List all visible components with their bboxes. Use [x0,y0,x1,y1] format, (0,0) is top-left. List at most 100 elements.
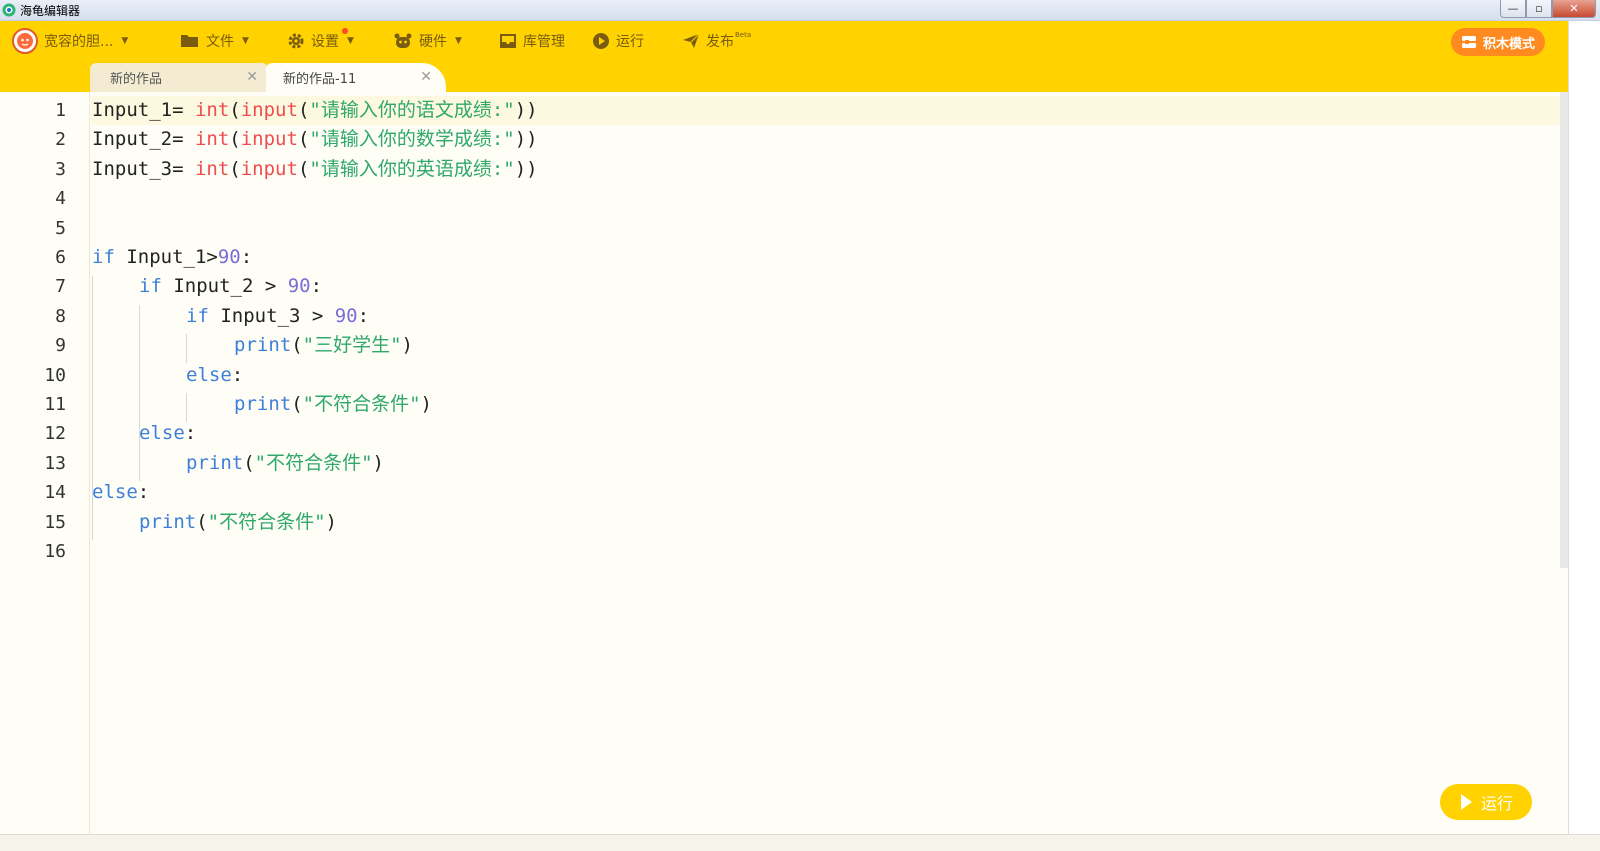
run-button[interactable]: 运行 [1440,784,1532,820]
code-token: ) [372,451,384,474]
code-editor[interactable]: 1 2 3 4 5 6 7 8 9 10 11 12 13 14 15 16 I… [0,92,1568,834]
code-token: else [139,422,185,445]
code-token: input [240,157,298,180]
code-token: "不符合条件" [207,510,326,533]
line-number: 4 [55,188,66,210]
code-token: "请输入你的语文成绩:" [309,99,515,121]
window-title: 海龟编辑器 [20,4,81,18]
line-number-gutter: 1 2 3 4 5 6 7 8 9 10 11 12 13 14 15 16 [0,92,90,834]
code-token: )) [514,157,538,180]
line-number: 16 [44,541,66,562]
code-token: else [92,481,138,504]
code-token: int [194,99,230,121]
code-token: ( [229,99,241,121]
indent-guide [139,452,140,481]
restore-button[interactable]: ▫ [1526,0,1552,18]
code-token: "请输入你的数学成绩:" [309,128,515,151]
code-token: if [139,275,162,298]
file-menu-label: 文件 [206,34,234,50]
run-menu-button[interactable]: 运行 [592,21,644,61]
code-line: Input_2= int(input("请输入你的数学成绩:")) [92,125,538,154]
code-token: Input_2= [92,128,195,151]
code-token: else [186,363,232,386]
code-line: else: [186,361,243,390]
code-line: if Input_2 > 90: [139,272,322,301]
code-token: "不符合条件" [254,451,373,474]
code-token: )) [514,99,538,121]
code-line: if Input_3 > 90: [186,302,369,331]
line-number: 7 [55,276,66,298]
avatar [12,28,38,54]
line-number: 5 [55,217,66,239]
title-bar: 海龟编辑器 — ▫ ✕ [0,0,1600,21]
line-number: 12 [44,423,66,445]
library-manager-button[interactable]: 库管理 [499,21,565,61]
block-mode-label: 积木模式 [1482,36,1535,52]
folder-icon [181,35,198,47]
gear-icon [288,33,304,49]
code-token: print [139,510,197,533]
line-number: 10 [44,364,66,386]
blocks-icon [1461,36,1476,48]
tab-new-work-11[interactable]: 新的作品-11 ✕ [266,63,446,92]
beta-badge: Beta [735,31,752,39]
inbox-icon [500,34,516,48]
line-number: 2 [55,129,66,151]
close-icon[interactable]: ✕ [420,69,432,85]
code-token: : [231,363,244,386]
code-token: input [240,99,298,121]
tab-new-work[interactable]: 新的作品 ✕ [90,63,268,92]
code-token: )) [514,128,538,151]
publish-button[interactable]: 发布Beta [682,21,751,61]
code-token: ( [297,157,310,180]
line-number: 14 [44,482,66,504]
code-token: Input_2 > [161,275,288,298]
line-number: 6 [55,247,66,268]
line-number: 3 [55,158,66,180]
close-icon[interactable]: ✕ [246,69,258,85]
block-mode-button[interactable]: 积木模式 [1451,28,1545,56]
play-circle-icon [593,33,609,49]
close-window-button[interactable]: ✕ [1552,0,1596,18]
code-token: 90 [334,304,358,327]
minimize-button[interactable]: — [1500,0,1526,18]
code-token: ( [297,128,310,151]
code-token: Input_3 > [208,304,335,327]
code-token: if [92,246,115,268]
user-menu[interactable]: 宽容的胆... ▼ [12,21,128,61]
code-token: print [234,393,292,415]
code-line: if Input_1>90: [92,243,252,272]
code-token: ( [243,451,255,474]
code-token: if [186,304,209,327]
tab-label: 新的作品-11 [283,72,357,87]
right-panel-strip [1568,21,1600,834]
line-number: 15 [44,511,66,533]
code-token: "三好学生" [302,334,402,357]
code-token: : [310,275,323,298]
code-token: 90 [217,246,241,268]
code-token: ) [325,510,337,533]
vertical-scrollbar[interactable] [1560,92,1568,568]
indent-guide [186,334,187,363]
paper-plane-icon [683,33,700,48]
chevron-down-icon: ▼ [121,36,129,46]
turtle-logo-icon [2,3,16,17]
line-number: 8 [55,305,66,327]
hardware-menu[interactable]: 硬件 ▼ [393,21,462,61]
line-number: 9 [55,335,66,357]
code-token: ) [420,393,432,415]
code-token: print [186,451,244,474]
code-token: : [357,304,370,327]
window-controls: — ▫ ✕ [1500,0,1596,19]
settings-menu[interactable]: 设置 ▼ [287,21,354,61]
indent-guide [186,393,187,422]
user-avatar-icon [17,33,33,49]
file-menu[interactable]: 文件 ▼ [180,21,249,61]
code-line: print("不符合条件") [234,390,432,419]
code-token: int [194,128,230,151]
publish-label: 发布Beta [706,31,751,51]
code-token: ( [291,393,303,415]
code-token: Input_1> [114,246,218,268]
code-token: 90 [287,275,311,298]
code-line: Input_3= int(input("请输入你的英语成绩:")) [92,155,538,184]
